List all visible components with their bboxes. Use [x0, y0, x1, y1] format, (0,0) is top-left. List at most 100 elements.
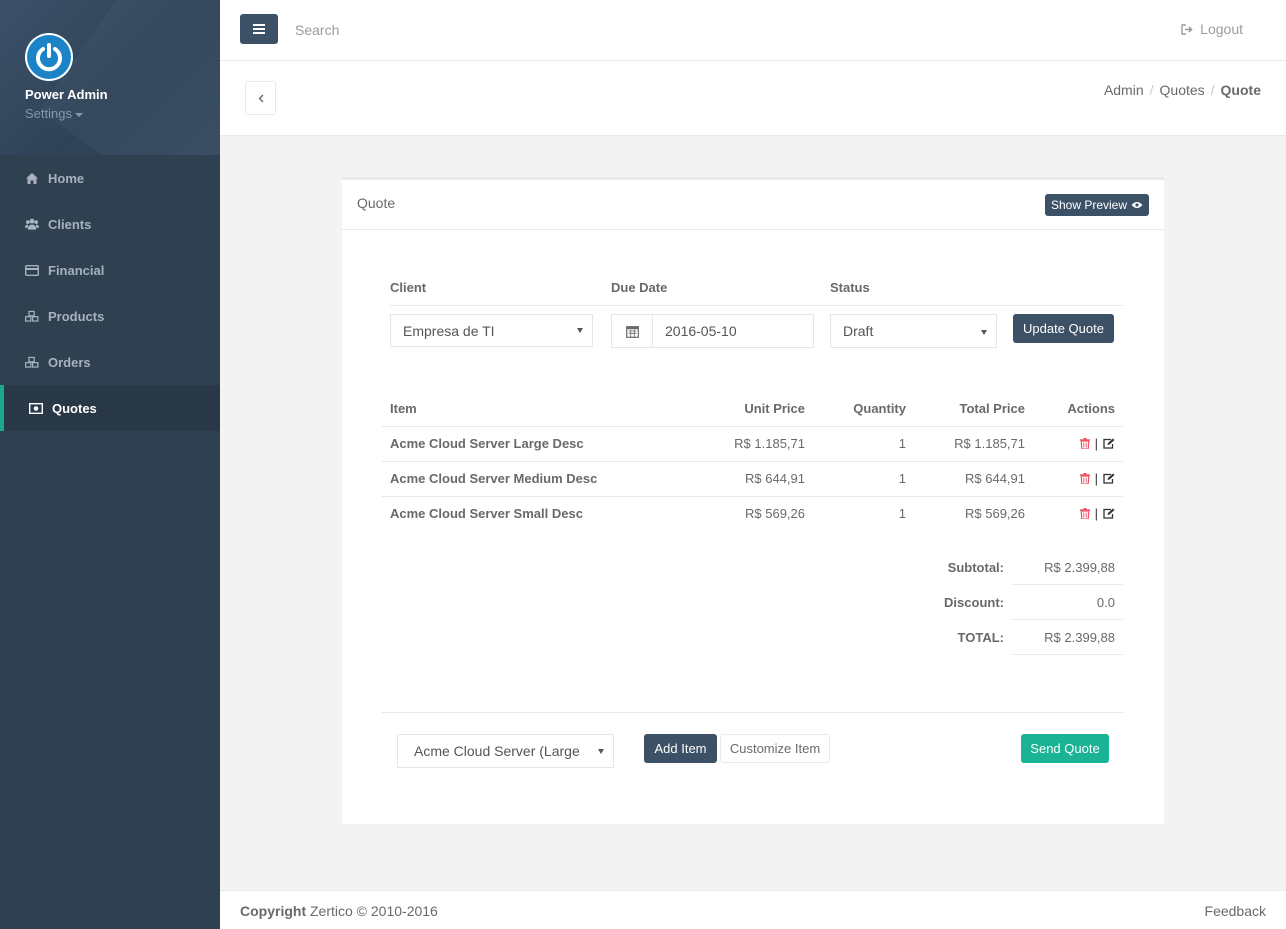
cubes-icon — [25, 309, 39, 323]
caret-down-icon — [981, 330, 987, 335]
sidebar-item-label: Home — [48, 170, 85, 186]
due-date-input-group[interactable]: 2016-05-10 — [611, 314, 814, 348]
col-actions: Actions — [1033, 392, 1123, 427]
breadcrumb-quotes[interactable]: Quotes — [1160, 82, 1205, 98]
trash-icon[interactable] — [1079, 437, 1090, 449]
quantity: 1 — [813, 426, 914, 462]
due-date-input[interactable]: 2016-05-10 — [653, 315, 813, 347]
quote-panel: Quote Show Preview Client Due Date Statu… — [342, 177, 1164, 824]
footer: Copyright Zertico © 2010-2016 Feedback — [220, 890, 1286, 929]
discount-label: Discount: — [944, 595, 1004, 610]
logout-link[interactable]: Logout — [1181, 21, 1243, 37]
total-label: TOTAL: — [957, 630, 1004, 645]
row-actions: | — [1033, 496, 1123, 531]
power-logo-icon[interactable] — [25, 33, 73, 81]
col-unit-price: Unit Price — [682, 392, 813, 427]
breadcrumb-separator: / — [1149, 82, 1154, 98]
sidebar-item-label: Orders — [48, 354, 91, 370]
row-actions: | — [1033, 461, 1123, 497]
sidebar-nav: Home Clients Financial Products Orders Q… — [0, 155, 220, 431]
show-preview-button[interactable]: Show Preview — [1044, 194, 1149, 216]
client-select[interactable]: Empresa de TI — [390, 314, 593, 347]
sidebar-item-orders[interactable]: Orders — [0, 339, 220, 385]
col-item: Item — [382, 392, 682, 427]
users-icon — [25, 217, 39, 231]
sidebar-item-quotes[interactable]: Quotes — [0, 385, 220, 431]
due-date-label: Due Date — [611, 280, 668, 295]
caret-down-icon — [577, 328, 583, 333]
item-name: Acme Cloud Server Large Desc — [382, 426, 682, 462]
sidebar-item-label: Products — [48, 308, 105, 324]
trash-icon[interactable] — [1079, 507, 1090, 519]
money-icon — [29, 401, 43, 415]
total-value: R$ 2.399,88 — [1012, 620, 1123, 655]
update-quote-button[interactable]: Update Quote — [1013, 314, 1114, 343]
divider — [382, 712, 1124, 713]
menu-toggle-button[interactable] — [240, 14, 278, 44]
col-quantity: Quantity — [813, 392, 914, 427]
profile-header: Power Admin Settings — [0, 0, 220, 155]
home-icon — [25, 171, 39, 185]
unit-price: R$ 1.185,71 — [682, 426, 813, 462]
total-price: R$ 1.185,71 — [914, 426, 1033, 462]
copyright: Copyright Zertico © 2010-2016 — [240, 903, 438, 919]
add-item-button[interactable]: Add Item — [644, 734, 717, 763]
subtotal-label: Subtotal: — [947, 560, 1004, 575]
product-select-value: Acme Cloud Server (Large — [414, 743, 580, 759]
subtotal-row: Subtotal: R$ 2.399,88 — [902, 550, 1123, 585]
search-input[interactable] — [286, 16, 586, 44]
calendar-icon[interactable] — [612, 315, 653, 347]
edit-icon[interactable] — [1103, 508, 1115, 519]
chevron-left-icon — [258, 94, 263, 102]
send-quote-button[interactable]: Send Quote — [1021, 734, 1109, 763]
edit-icon[interactable] — [1103, 438, 1115, 449]
table-row: Acme Cloud Server Large Desc R$ 1.185,71… — [382, 426, 1123, 462]
sidebar-item-label: Financial — [48, 262, 105, 278]
product-select[interactable]: Acme Cloud Server (Large — [397, 734, 614, 768]
back-button[interactable] — [245, 81, 276, 115]
total-row: TOTAL: R$ 2.399,88 — [902, 620, 1123, 655]
sidebar: Power Admin Settings Home Clients Financ… — [0, 0, 220, 929]
discount-value: 0.0 — [1012, 585, 1123, 620]
sidebar-item-home[interactable]: Home — [0, 155, 220, 201]
edit-icon[interactable] — [1103, 473, 1115, 484]
action-separator: | — [1094, 435, 1098, 451]
item-name: Acme Cloud Server Medium Desc — [382, 461, 682, 497]
sidebar-item-financial[interactable]: Financial — [0, 247, 220, 293]
col-total-price: Total Price — [914, 392, 1033, 427]
breadcrumb-separator: / — [1210, 82, 1215, 98]
item-name: Acme Cloud Server Small Desc — [390, 506, 583, 522]
customize-item-button[interactable]: Customize Item — [720, 734, 830, 763]
breadcrumb-admin[interactable]: Admin — [1104, 82, 1144, 98]
page-heading: Admin / Quotes / Quote — [220, 61, 1286, 136]
breadcrumb-current: Quote — [1220, 82, 1261, 98]
settings-label: Settings — [25, 106, 72, 121]
status-select[interactable]: Draft — [830, 314, 997, 348]
settings-dropdown[interactable]: Settings — [25, 106, 83, 121]
subtotal-value: R$ 2.399,88 — [1012, 550, 1123, 585]
unit-price: R$ 569,26 — [745, 506, 805, 522]
sidebar-item-label: Quotes — [52, 400, 97, 416]
status-label: Status — [830, 280, 870, 295]
bars-icon — [253, 24, 265, 34]
totals-block: Subtotal: R$ 2.399,88 Discount: 0.0 TOTA… — [902, 550, 1123, 655]
unit-price: R$ 644,91 — [682, 461, 813, 497]
sidebar-item-products[interactable]: Products — [0, 293, 220, 339]
client-select-value: Empresa de TI — [403, 322, 495, 339]
client-label: Client — [390, 280, 427, 295]
trash-icon[interactable] — [1079, 472, 1090, 484]
caret-down-icon — [598, 749, 604, 754]
caret-down-icon — [74, 112, 83, 117]
feedback-link[interactable]: Feedback — [1205, 903, 1266, 919]
top-navbar: Logout — [220, 0, 1286, 61]
preview-label: Show Preview — [1050, 198, 1127, 212]
table-row: Acme Cloud Server Medium Desc R$ 644,91 … — [382, 461, 1123, 497]
credit-card-icon — [25, 263, 39, 277]
action-separator: | — [1094, 505, 1098, 521]
sidebar-item-label: Clients — [48, 216, 92, 232]
eye-icon — [1131, 202, 1143, 208]
copyright-bold: Copyright — [240, 903, 307, 919]
profile-name: Power Admin — [25, 87, 108, 102]
quantity: 1 — [813, 461, 914, 497]
sidebar-item-clients[interactable]: Clients — [0, 201, 220, 247]
